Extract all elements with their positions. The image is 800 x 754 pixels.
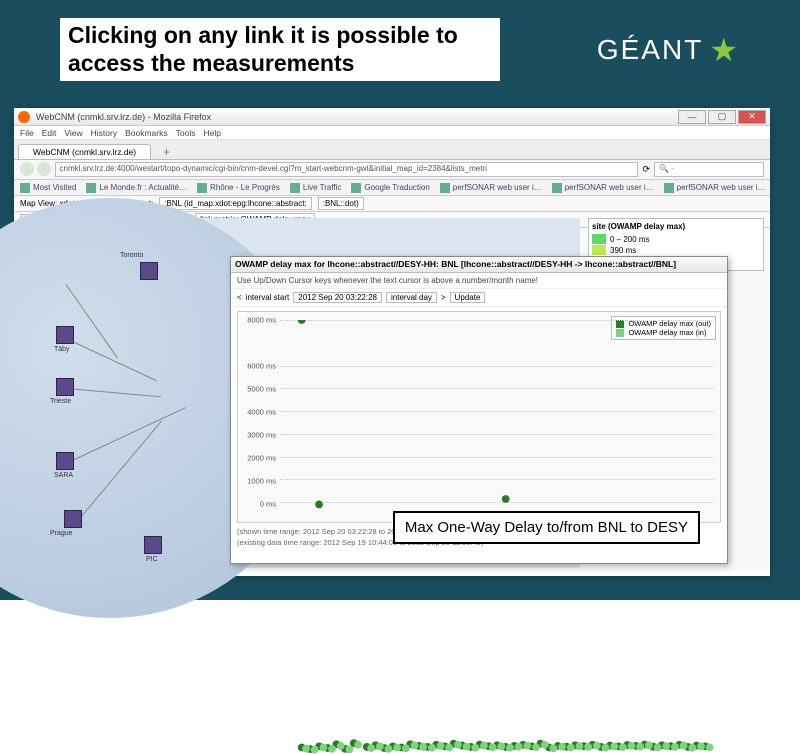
menu-view[interactable]: View (64, 128, 82, 138)
popup-hint: Use Up/Down Cursor keys whenever the tex… (231, 273, 727, 289)
menu-history[interactable]: History (91, 128, 117, 138)
star-icon: ★ (709, 31, 740, 69)
bookmark-perfsonar-1[interactable]: perfSONAR web user i… (440, 183, 542, 193)
window-title: WebCNM (cnmkl.srv.lrz.de) - Mozilla Fire… (36, 112, 211, 122)
node-label: SARA (54, 472, 73, 479)
legend-row: 0 – 200 ms (592, 234, 760, 244)
reload-icon[interactable]: ⟳ (642, 164, 650, 175)
node-prague[interactable] (64, 510, 82, 528)
node-label: Täby (54, 346, 70, 353)
search-input[interactable]: 🔍 - (654, 162, 764, 177)
annotation-callout: Max One-Way Delay to/from BNL to DESY (393, 511, 700, 544)
menu-tools[interactable]: Tools (176, 128, 196, 138)
bookmark-perfsonar-2[interactable]: perfSONAR web user i… (552, 183, 654, 193)
bookmark-google-trad[interactable]: Google Traduction (351, 183, 429, 193)
interval-input[interactable]: 2012 Sep 20 03:22:28 (293, 292, 382, 303)
next-button[interactable]: > (441, 293, 446, 302)
menu-edit[interactable]: Edit (42, 128, 57, 138)
node-pic[interactable] (144, 536, 162, 554)
menubar: File Edit View History Bookmarks Tools H… (14, 126, 770, 140)
window-titlebar: WebCNM (cnmkl.srv.lrz.de) - Mozilla Fire… (14, 108, 770, 126)
node-sara[interactable] (56, 452, 74, 470)
node-taby[interactable] (56, 326, 74, 344)
bookmark-progres[interactable]: Rhône - Le Progrès (197, 183, 280, 193)
prev-button[interactable]: < (237, 293, 242, 302)
update-button[interactable]: Update (450, 292, 486, 303)
close-button[interactable]: ✕ (738, 110, 766, 124)
interval-label: interval start (246, 293, 290, 302)
url-input[interactable]: cnmkl.srv.lrz.de:4000/westart/topo-dynam… (55, 162, 639, 177)
bookmark-lemonde[interactable]: Le Monde.fr : Actualité… (86, 183, 187, 193)
node-label: Prague (50, 530, 73, 537)
minimize-button[interactable]: — (678, 110, 706, 124)
node-trieste[interactable] (56, 378, 74, 396)
new-tab-button[interactable]: + (155, 145, 178, 159)
node-label: PIC (146, 556, 158, 563)
browser-tab[interactable]: WebCNM (cnmkl.srv.lrz.de) (18, 144, 151, 159)
geant-logo: GÉANT★ (597, 31, 740, 69)
legend-row: 390 ms (592, 245, 760, 255)
popup-title: OWAMP delay max for lhcone::abstract//DE… (231, 257, 727, 273)
maximize-button[interactable]: ▢ (708, 110, 736, 124)
node-label: Toronto (120, 252, 143, 259)
bookmark-perfsonar-3[interactable]: perfSONAR web user i… (664, 183, 766, 193)
menu-bookmarks[interactable]: Bookmarks (125, 128, 168, 138)
menu-help[interactable]: Help (203, 128, 220, 138)
legend-title: site (OWAMP delay max) (592, 222, 760, 231)
screenshot-inset: WebCNM (cnmkl.srv.lrz.de) - Mozilla Fire… (14, 108, 770, 576)
firefox-icon (18, 111, 30, 123)
delay-plot[interactable]: OWAMP delay max (out) OWAMP delay max (i… (237, 311, 721, 523)
map-id-1: :BNL (id_map:xdot:epg:lhcone::abstract: (159, 197, 311, 210)
map-id-2: :BNL::dot) (318, 197, 364, 210)
bookmarks-bar: Most Visited Le Monde.fr : Actualité… Rh… (14, 180, 770, 196)
bookmark-livetraffic[interactable]: Live Traffic (290, 183, 342, 193)
bookmark-most-visited[interactable]: Most Visited (20, 183, 76, 193)
slide-title: Clicking on any link it is possible to a… (60, 18, 500, 81)
node-label: Trieste (50, 398, 71, 405)
menu-file[interactable]: File (20, 128, 34, 138)
mode-select[interactable]: interval day (386, 292, 437, 303)
back-button[interactable] (20, 162, 34, 176)
node-toronto[interactable] (140, 262, 158, 280)
forward-button[interactable] (37, 162, 51, 176)
